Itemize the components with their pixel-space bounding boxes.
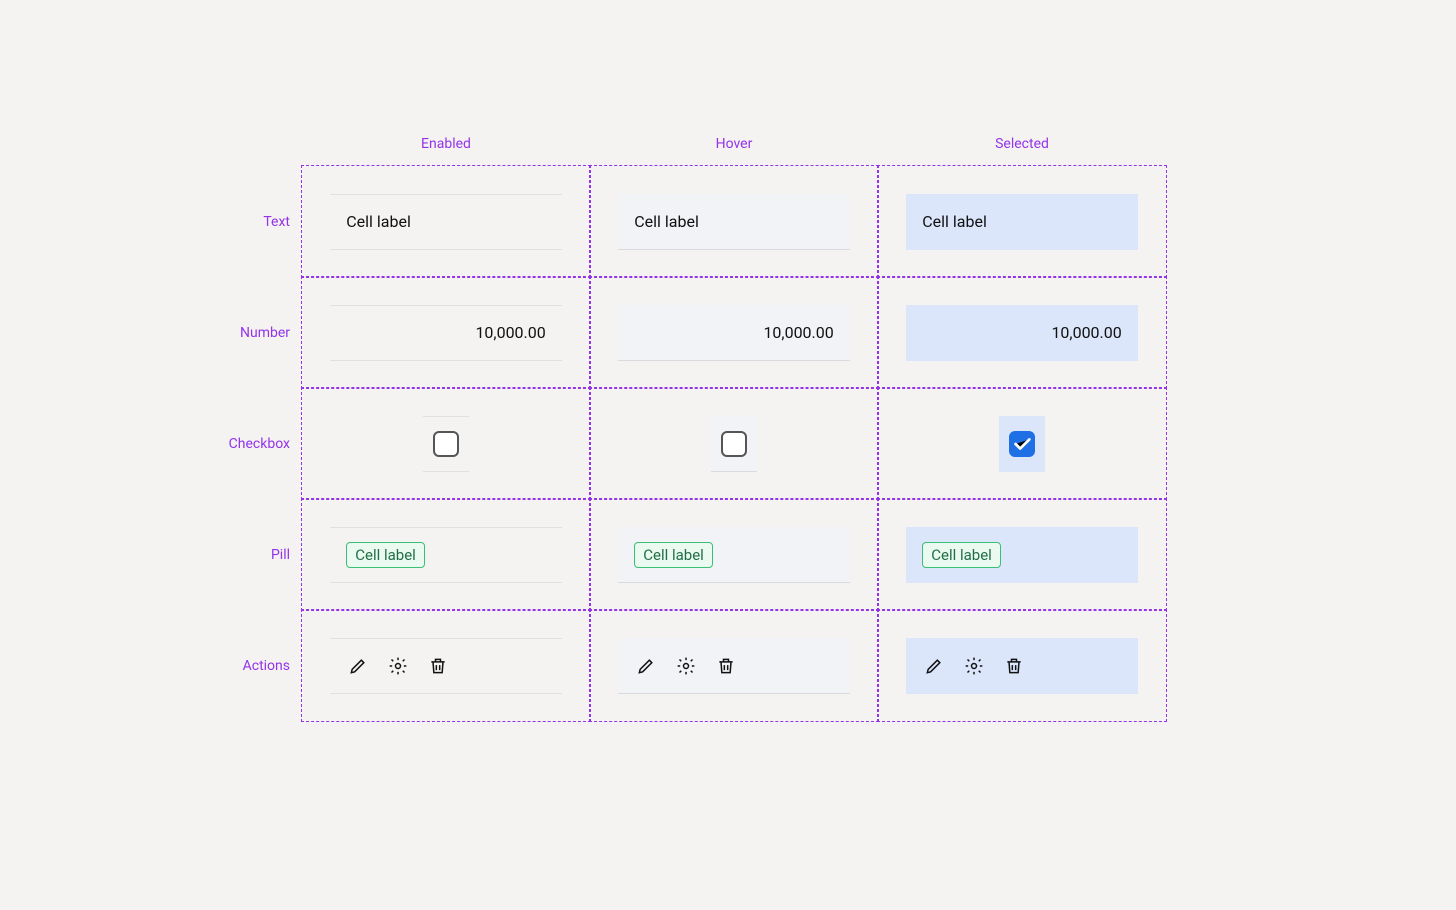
gear-icon[interactable]: [964, 656, 984, 676]
gear-icon[interactable]: [388, 656, 408, 676]
row-label-checkbox: Checkbox: [220, 388, 302, 499]
trash-icon[interactable]: [716, 656, 736, 676]
slot-number-enabled: 10,000.00: [301, 276, 591, 389]
row-label-actions: Actions: [220, 610, 302, 721]
slot-checkbox-selected: [877, 387, 1167, 500]
pill-cell[interactable]: Cell label: [906, 527, 1138, 583]
trash-icon[interactable]: [1004, 656, 1024, 676]
trash-icon[interactable]: [428, 656, 448, 676]
slot-checkbox-enabled: [301, 387, 591, 500]
spec-matrix: Cell label Cell label Cell label 10,000.…: [302, 166, 1166, 721]
text-cell[interactable]: Cell label: [906, 194, 1138, 250]
pill-cell[interactable]: Cell label: [330, 527, 562, 583]
cell-label: Cell label: [922, 212, 987, 231]
slot-actions-enabled: [301, 609, 591, 722]
status-pill: Cell label: [922, 542, 1001, 568]
text-cell[interactable]: Cell label: [618, 194, 850, 250]
slot-checkbox-hover: [589, 387, 879, 500]
pill-cell[interactable]: Cell label: [618, 527, 850, 583]
slot-number-selected: 10,000.00: [877, 276, 1167, 389]
edit-icon[interactable]: [924, 656, 944, 676]
slot-actions-selected: [877, 609, 1167, 722]
edit-icon[interactable]: [636, 656, 656, 676]
cell-label: Cell label: [634, 212, 699, 231]
status-pill: Cell label: [346, 542, 425, 568]
slot-text-enabled: Cell label: [301, 165, 591, 278]
column-headers: Enabled Hover Selected: [302, 136, 1166, 166]
checkbox[interactable]: [433, 431, 459, 457]
checkbox-cell: [999, 416, 1045, 472]
row-labels: Text Number Checkbox Pill Actions: [220, 166, 302, 721]
col-header-hover: Hover: [590, 136, 878, 166]
actions-cell: [330, 638, 562, 694]
col-header-enabled: Enabled: [302, 136, 590, 166]
cell-states-spec: Enabled Hover Selected Text Number Check…: [220, 136, 1166, 721]
slot-pill-selected: Cell label: [877, 498, 1167, 611]
status-pill: Cell label: [634, 542, 713, 568]
slot-number-hover: 10,000.00: [589, 276, 879, 389]
gear-icon[interactable]: [676, 656, 696, 676]
slot-actions-hover: [589, 609, 879, 722]
check-icon: [1011, 433, 1033, 455]
col-header-selected: Selected: [878, 136, 1166, 166]
row-label-pill: Pill: [220, 499, 302, 610]
actions-cell: [906, 638, 1138, 694]
cell-label: Cell label: [346, 212, 411, 231]
cell-value: 10,000.00: [475, 323, 545, 342]
slot-pill-enabled: Cell label: [301, 498, 591, 611]
checkbox-cell: [711, 416, 757, 472]
slot-pill-hover: Cell label: [589, 498, 879, 611]
row-label-text: Text: [220, 166, 302, 277]
actions-cell: [618, 638, 850, 694]
cell-value: 10,000.00: [1051, 323, 1121, 342]
checkbox[interactable]: [721, 431, 747, 457]
checkbox-checked[interactable]: [1009, 431, 1035, 457]
checkbox-cell: [423, 416, 469, 472]
number-cell[interactable]: 10,000.00: [906, 305, 1138, 361]
number-cell[interactable]: 10,000.00: [618, 305, 850, 361]
row-label-number: Number: [220, 277, 302, 388]
edit-icon[interactable]: [348, 656, 368, 676]
slot-text-hover: Cell label: [589, 165, 879, 278]
slot-text-selected: Cell label: [877, 165, 1167, 278]
text-cell[interactable]: Cell label: [330, 194, 562, 250]
cell-value: 10,000.00: [763, 323, 833, 342]
number-cell[interactable]: 10,000.00: [330, 305, 562, 361]
